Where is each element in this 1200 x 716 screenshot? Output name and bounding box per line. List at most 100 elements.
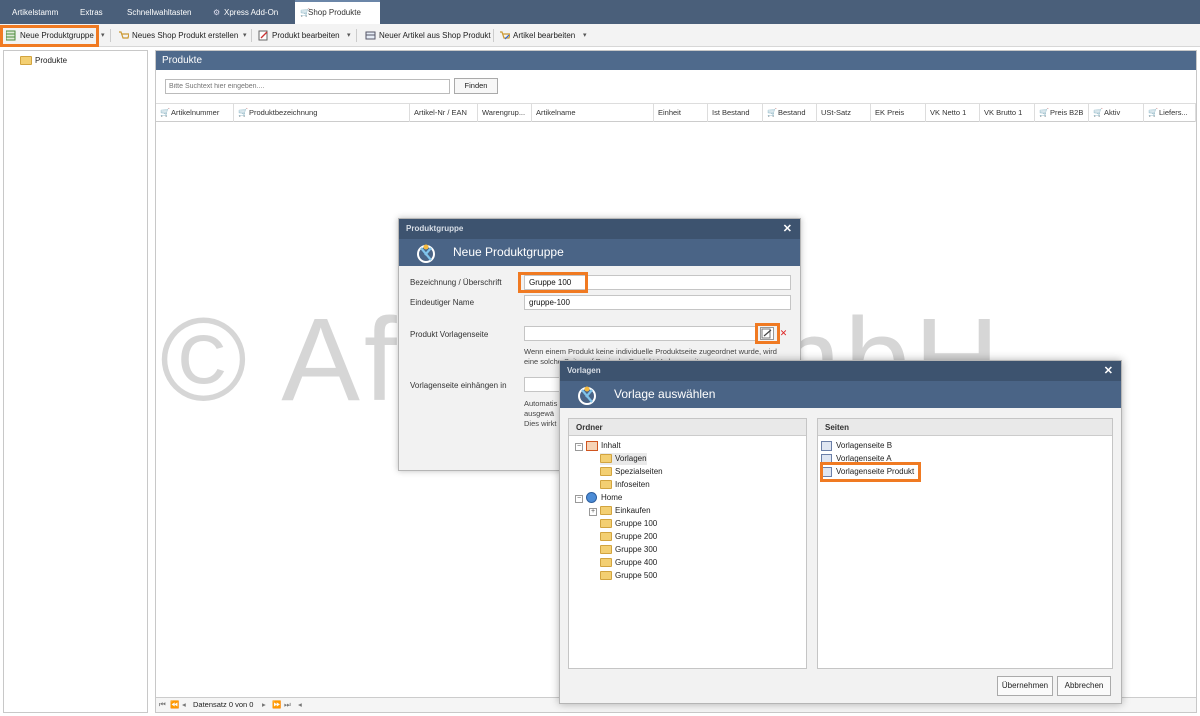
column-header[interactable]: EK Preis xyxy=(871,104,926,122)
prev-record-button[interactable]: ◂ xyxy=(182,698,186,712)
clear-template-button[interactable]: ✕ xyxy=(777,327,790,340)
column-header[interactable]: Artikel-Nr / EAN xyxy=(410,104,478,122)
tree-item-vorlagen[interactable]: Vorlagen xyxy=(600,453,647,465)
column-label: Einheit xyxy=(658,108,681,117)
last-record-button[interactable]: ⏭ xyxy=(284,698,291,712)
close-icon[interactable]: ✕ xyxy=(1104,361,1113,381)
find-button[interactable]: Finden xyxy=(454,78,498,94)
next-page-button[interactable]: ⏩ xyxy=(272,698,281,712)
tree-item-home[interactable]: Home xyxy=(586,492,622,504)
einhaengen-hint: Automatis ausgewä Dies wirkt xyxy=(524,399,560,429)
page-item[interactable]: Vorlagenseite Produkt xyxy=(821,466,914,478)
panel-title: Produkte xyxy=(156,51,1196,70)
tab-xpress-add-on[interactable]: ⚙ Xpress Add-On xyxy=(204,0,288,24)
column-header[interactable]: VK Brutto 1 xyxy=(980,104,1035,122)
column-header[interactable]: Artikelname xyxy=(532,104,654,122)
column-header[interactable]: Ist Bestand xyxy=(708,104,763,122)
page-label: Vorlagenseite B xyxy=(836,441,893,450)
tree-label: Spezialseiten xyxy=(615,467,663,476)
produkt-bearbeiten-dropdown[interactable]: ▾ xyxy=(347,27,351,44)
tree-item-gruppe-500[interactable]: Gruppe 500 xyxy=(600,570,657,582)
bezeichnung-label: Bezeichnung / Überschrift xyxy=(410,278,502,287)
abbrechen-button[interactable]: Abbrechen xyxy=(1057,676,1111,696)
tab-shop-produkte[interactable]: 🛒 Shop Produkte xyxy=(295,0,380,24)
folder-icon xyxy=(600,532,612,541)
neue-produktgruppe-button[interactable]: Neue Produktgruppe xyxy=(4,27,94,44)
neuer-artikel-label: Neuer Artikel aus Shop Produkt xyxy=(379,31,491,40)
tree-item-gruppe-100[interactable]: Gruppe 100 xyxy=(600,518,657,530)
einhaengen-field[interactable] xyxy=(524,377,560,392)
addon-icon: ⚙ xyxy=(213,8,221,17)
folder-icon xyxy=(600,558,612,567)
column-header[interactable]: 🛒Liefers... xyxy=(1144,104,1196,122)
neue-produktgruppe-dropdown[interactable]: ▾ xyxy=(101,27,105,44)
page-icon xyxy=(821,467,832,477)
page-item[interactable]: Vorlagenseite B xyxy=(821,440,892,452)
uebernehmen-button[interactable]: Übernehmen xyxy=(997,676,1053,696)
cart-icon: 🛒 xyxy=(160,108,170,117)
scroll-left-button[interactable]: ◂ xyxy=(298,698,302,712)
grid-header: 🛒Artikelnummer 🛒Produktbezeichnung Artik… xyxy=(156,103,1196,122)
dialog-titlebar: Vorlagen ✕ xyxy=(560,361,1121,381)
content-icon xyxy=(586,441,598,451)
column-header[interactable]: 🛒Artikelnummer xyxy=(156,104,234,122)
tree-item-infoseiten[interactable]: Infoseiten xyxy=(600,479,650,491)
page-icon xyxy=(821,441,832,451)
folder-icon xyxy=(600,519,612,528)
eindeutiger-name-field[interactable]: gruppe-100 xyxy=(524,295,791,310)
tree-item-gruppe-300[interactable]: Gruppe 300 xyxy=(600,544,657,556)
first-record-button[interactable]: ⏮ xyxy=(159,698,166,712)
tree-item-gruppe-400[interactable]: Gruppe 400 xyxy=(600,557,657,569)
collapse-icon[interactable]: − xyxy=(575,443,583,451)
select-template-button[interactable] xyxy=(760,327,774,340)
tree-item-einkaufen[interactable]: Einkaufen xyxy=(600,505,651,517)
produkt-bearbeiten-label: Produkt bearbeiten xyxy=(272,31,340,40)
tab-artikelstamm[interactable]: Artikelstamm xyxy=(2,0,68,24)
page-item[interactable]: Vorlagenseite A xyxy=(821,453,892,465)
folder-icon xyxy=(20,56,32,65)
collapse-icon[interactable]: − xyxy=(575,495,583,503)
column-label: EK Preis xyxy=(875,108,905,117)
neues-shop-produkt-label: Neues Shop Produkt erstellen xyxy=(132,31,239,40)
tree-item-spezialseiten[interactable]: Spezialseiten xyxy=(600,466,663,478)
einhaengen-label: Vorlagenseite einhängen in xyxy=(410,381,507,390)
cart-icon: 🛒 xyxy=(300,8,310,17)
vorlagenseite-field[interactable] xyxy=(524,326,758,341)
tree-item-produkte[interactable]: Produkte xyxy=(20,55,67,67)
bezeichnung-field[interactable]: Gruppe 100 xyxy=(524,275,791,290)
tab-schnellwahltasten[interactable]: Schnellwahltasten xyxy=(117,0,201,24)
column-header[interactable]: USt-Satz xyxy=(817,104,871,122)
tree-item-gruppe-200[interactable]: Gruppe 200 xyxy=(600,531,657,543)
toolbar-separator xyxy=(251,29,252,42)
neues-shop-produkt-button[interactable]: Neues Shop Produkt erstellen xyxy=(116,27,238,44)
search-input[interactable] xyxy=(165,79,450,94)
dialog-title: Vorlagen xyxy=(567,366,601,375)
tree-label: Home xyxy=(601,493,623,502)
app-logo-icon xyxy=(578,386,596,405)
tree-item-inhalt[interactable]: Inhalt xyxy=(586,440,621,452)
column-header[interactable]: 🛒Produktbezeichnung xyxy=(234,104,410,122)
expand-icon[interactable]: + xyxy=(589,508,597,516)
prev-page-button[interactable]: ⏪ xyxy=(170,698,179,712)
page-icon xyxy=(821,454,832,464)
ribbon-tab-bar: Artikelstamm Extras Schnellwahltasten ⚙ … xyxy=(0,0,1200,24)
column-header[interactable]: 🛒Bestand xyxy=(763,104,817,122)
column-label: Liefers... xyxy=(1159,108,1188,117)
dialog-titlebar: Produktgruppe ✕ xyxy=(399,219,800,239)
folder-icon xyxy=(600,467,612,476)
artikel-bearbeiten-button[interactable]: Artikel bearbeiten xyxy=(497,27,575,44)
folder-icon xyxy=(600,480,612,489)
tab-extras[interactable]: Extras xyxy=(70,0,113,24)
column-header[interactable]: Einheit xyxy=(654,104,708,122)
column-header[interactable]: 🛒Preis B2B xyxy=(1035,104,1089,122)
artikel-bearbeiten-dropdown[interactable]: ▾ xyxy=(583,27,587,44)
neuer-artikel-button[interactable]: Neuer Artikel aus Shop Produkt xyxy=(363,27,491,44)
article-edit-icon xyxy=(500,31,510,40)
column-header[interactable]: VK Netto 1 xyxy=(926,104,980,122)
produkt-bearbeiten-button[interactable]: Produkt bearbeiten xyxy=(256,27,340,44)
next-record-button[interactable]: ▸ xyxy=(262,698,266,712)
column-header[interactable]: 🛒Aktiv xyxy=(1089,104,1144,122)
close-icon[interactable]: ✕ xyxy=(783,219,792,239)
neues-shop-produkt-dropdown[interactable]: ▾ xyxy=(243,27,247,44)
column-header[interactable]: Warengrup... xyxy=(478,104,532,122)
